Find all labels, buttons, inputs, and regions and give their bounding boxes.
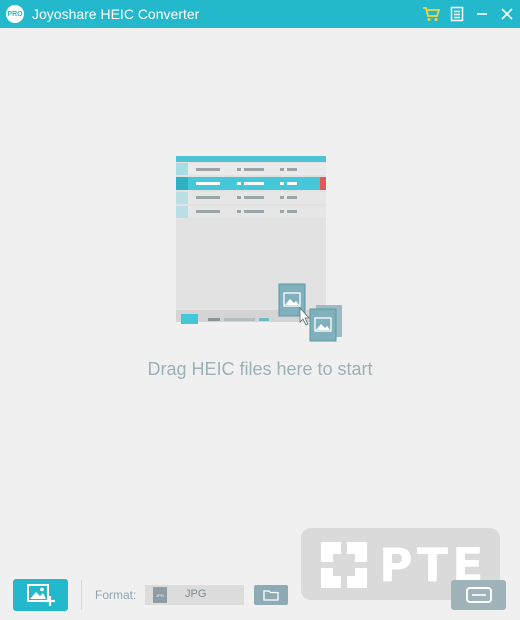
format-file-icon-text: JPG — [156, 592, 164, 598]
minimize-icon[interactable] — [472, 4, 492, 24]
format-value: JPG — [185, 588, 207, 600]
app-logo: PRO — [6, 5, 24, 23]
convert-button[interactable] — [451, 580, 506, 610]
convert-icon — [465, 587, 492, 603]
drag-files-illustration — [176, 156, 346, 346]
app-logo-text: PRO — [7, 10, 23, 18]
folder-icon — [263, 590, 279, 601]
watermark-logo-icon — [321, 542, 367, 588]
output-folder-button[interactable] — [254, 585, 288, 605]
format-label: Format: — [95, 588, 137, 602]
format-dropdown[interactable]: JPG JPG — [145, 585, 244, 605]
title-bar: PRO Joyoshare HEIC Converter — [0, 0, 520, 28]
drag-hint-text: Drag HEIC files here to start — [147, 359, 373, 379]
add-image-icon — [26, 584, 55, 606]
cart-icon[interactable] — [421, 4, 441, 24]
add-files-button[interactable] — [13, 579, 68, 611]
window-title: Joyoshare HEIC Converter — [32, 6, 200, 22]
image-file-icon: JPG — [153, 587, 167, 603]
toolbar-divider — [81, 580, 82, 610]
menu-icon[interactable] — [447, 4, 467, 24]
close-icon[interactable] — [497, 4, 517, 24]
